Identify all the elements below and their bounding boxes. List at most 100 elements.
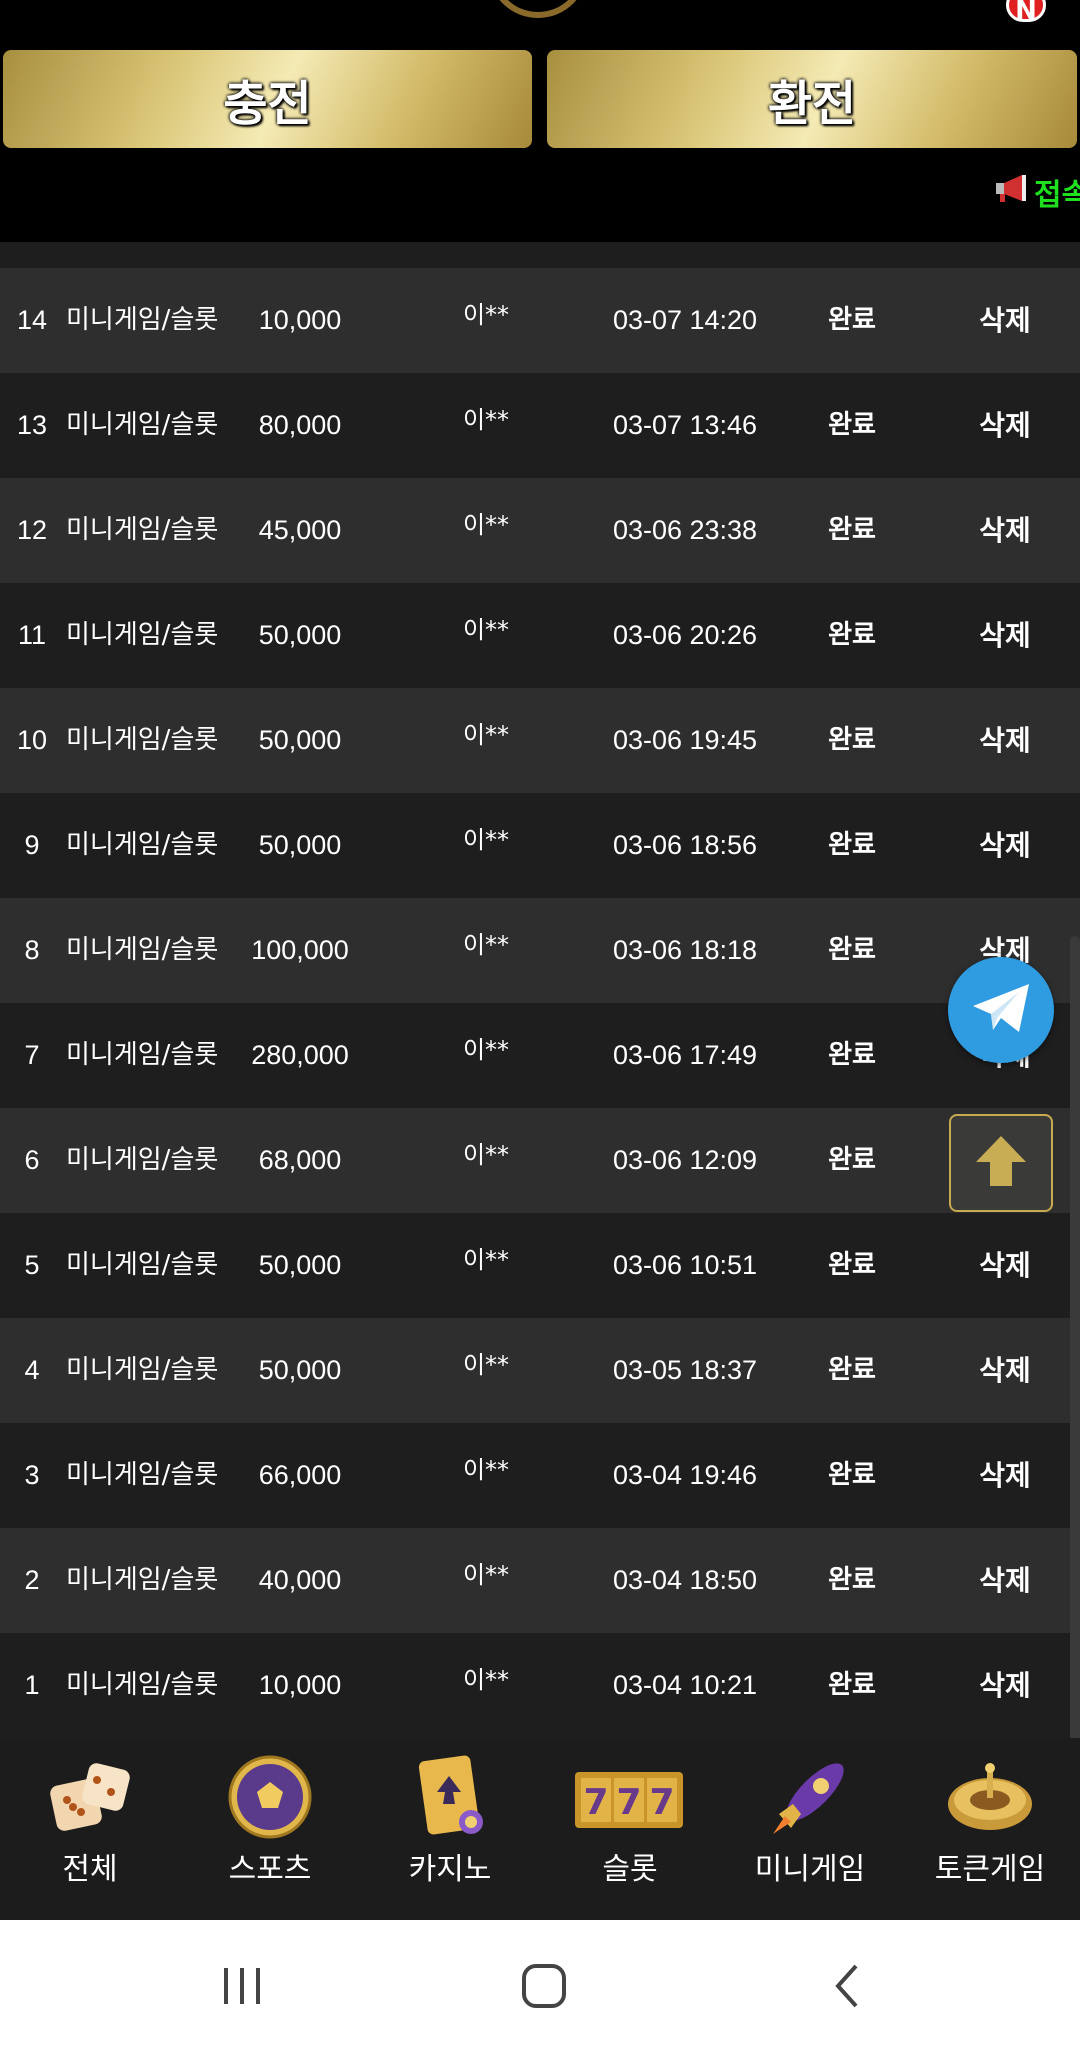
datetime: 03-07 13:46 xyxy=(612,410,758,440)
status-label: 완료 xyxy=(828,1250,876,1280)
top-header-strip: N xyxy=(0,0,1080,40)
status-label: 완료 xyxy=(828,515,876,545)
delete-button[interactable]: 삭제 xyxy=(960,1528,1050,1633)
delete-button[interactable]: 삭제 xyxy=(960,268,1050,373)
nav-item-casino[interactable]: 카지노 xyxy=(360,1738,540,1920)
recent-apps-icon[interactable] xyxy=(212,1958,272,2014)
amount: 68,000 xyxy=(258,1145,342,1175)
svg-text:7: 7 xyxy=(649,1782,674,1823)
delete-button[interactable]: 삭제 xyxy=(960,1213,1050,1318)
table-row: 6미니게임/슬롯68,000이**03-06 12:09완료삭제 xyxy=(0,1108,1080,1213)
user-name: 이** xyxy=(462,511,510,539)
amount: 50,000 xyxy=(258,725,342,755)
delete-button[interactable]: 삭제 xyxy=(960,373,1050,478)
table-row: 2 미니게임/슬롯 40,000 이** 03-04 18:50 완료 삭제 xyxy=(0,1528,1080,1633)
amount: 50,000 xyxy=(258,1355,342,1385)
datetime: 03-06 23:38 xyxy=(612,515,758,545)
status-label: 완료 xyxy=(828,620,876,650)
delete-button[interactable]: 삭제 xyxy=(960,1318,1050,1423)
status-label: 완료 xyxy=(828,1355,876,1385)
table-row: 11 미니게임/슬롯 50,000 이** 03-06 20:26 완료 삭제 xyxy=(0,583,1080,688)
delete-button[interactable]: 삭제 xyxy=(960,1423,1050,1528)
datetime: 03-06 19:45 xyxy=(612,725,758,755)
status-label: 완료 xyxy=(828,1145,876,1175)
nav-label: 스포츠 xyxy=(228,1852,312,1887)
amount: 50,000 xyxy=(258,830,342,860)
amount: 80,000 xyxy=(258,410,342,440)
game-type: 미니게임/슬롯 xyxy=(66,620,219,650)
nav-label: 토큰게임 xyxy=(934,1852,1046,1887)
svg-text:7: 7 xyxy=(583,1782,608,1823)
row-number: 12 xyxy=(16,515,48,545)
row-number: 8 xyxy=(24,935,40,965)
delete-button[interactable]: 삭제 xyxy=(960,478,1050,583)
datetime: 03-04 10:21 xyxy=(612,1670,758,1700)
delete-button[interactable]: 삭제 xyxy=(960,688,1050,793)
user-name: 이** xyxy=(462,721,510,749)
table-row: 10 미니게임/슬롯 50,000 이** 03-06 19:45 완료 삭제 xyxy=(0,688,1080,793)
table-row: 12 미니게임/슬롯 45,000 이** 03-06 23:38 완료 삭제 xyxy=(0,478,1080,583)
slot-777-icon: 7 7 7 xyxy=(573,1752,685,1842)
row-number: 10 xyxy=(16,725,48,755)
game-type: 미니게임/슬롯 xyxy=(66,935,219,965)
nav-item-slot[interactable]: 7 7 7 슬롯 xyxy=(540,1738,720,1920)
table-row: 14 미니게임/슬롯 10,000 이** 03-07 14:20 완료 삭제 xyxy=(0,268,1080,373)
amount: 10,000 xyxy=(258,305,342,335)
row-number: 1 xyxy=(24,1670,40,1700)
user-name: 이** xyxy=(462,301,510,329)
soccer-ball-icon xyxy=(225,1752,315,1842)
user-name: 이** xyxy=(462,1456,510,1484)
nav-item-sports[interactable]: 스포츠 xyxy=(180,1738,360,1920)
notification-badge[interactable]: N xyxy=(1006,0,1046,26)
exchange-button[interactable]: 환전 xyxy=(547,50,1077,148)
delete-button[interactable]: 삭제 xyxy=(960,1633,1050,1738)
scroll-to-top-button[interactable] xyxy=(949,1114,1053,1212)
telegram-button[interactable] xyxy=(948,957,1054,1063)
status-label: 완료 xyxy=(828,1670,876,1700)
table-row: 13 미니게임/슬롯 80,000 이** 03-07 13:46 완료 삭제 xyxy=(0,373,1080,478)
back-icon[interactable] xyxy=(818,1958,878,2014)
nav-label: 슬롯 xyxy=(602,1852,658,1887)
nav-label: 미니게임 xyxy=(754,1852,866,1887)
user-name: 이** xyxy=(462,1141,510,1169)
svg-text:7: 7 xyxy=(616,1782,641,1823)
table-row: 8 미니게임/슬롯 100,000 이** 03-06 18:18 완료 삭제 xyxy=(0,898,1080,1003)
status-label: 완료 xyxy=(828,830,876,860)
game-type: 미니게임/슬롯 xyxy=(66,1250,219,1280)
table-row: 5 미니게임/슬롯 50,000 이** 03-06 10:51 완료 삭제 xyxy=(0,1213,1080,1318)
amount: 45,000 xyxy=(258,515,342,545)
nav-label: 카지노 xyxy=(408,1852,492,1887)
status-label: 완료 xyxy=(828,725,876,755)
game-type: 미니게임/슬롯 xyxy=(66,515,219,545)
datetime: 03-04 18:50 xyxy=(612,1565,758,1595)
site-logo[interactable] xyxy=(488,0,588,18)
delete-button[interactable]: 삭제 xyxy=(960,793,1050,898)
row-number: 11 xyxy=(17,620,47,650)
amount: 10,000 xyxy=(258,1670,342,1700)
bottom-navigation: 전체 스포츠 카지노 7 7 7 슬롯 미니게임 토큰게임 xyxy=(0,1738,1080,1920)
datetime: 03-06 10:51 xyxy=(612,1250,758,1280)
row-number: 6 xyxy=(24,1145,40,1175)
nav-item-all[interactable]: 전체 xyxy=(0,1738,180,1920)
row-number: 14 xyxy=(16,305,48,335)
user-name: 이** xyxy=(462,826,510,854)
nav-item-token-game[interactable]: 토큰게임 xyxy=(900,1738,1080,1920)
nav-item-minigame[interactable]: 미니게임 xyxy=(720,1738,900,1920)
game-type: 미니게임/슬롯 xyxy=(66,410,219,440)
delete-button[interactable]: 삭제 xyxy=(960,583,1050,688)
row-number: 13 xyxy=(16,410,48,440)
amount: 280,000 xyxy=(251,1040,349,1070)
user-name: 이** xyxy=(462,931,510,959)
telegram-icon xyxy=(971,982,1031,1038)
charge-button[interactable]: 충전 xyxy=(3,50,532,148)
megaphone-icon xyxy=(994,172,1032,212)
row-number: 4 xyxy=(24,1355,40,1385)
datetime: 03-06 18:18 xyxy=(612,935,758,965)
user-name: 이** xyxy=(462,1036,510,1064)
status-label: 완료 xyxy=(828,1460,876,1490)
user-name: 이** xyxy=(462,406,510,434)
home-icon[interactable] xyxy=(514,1958,574,2014)
user-name: 이** xyxy=(462,1666,510,1694)
row-number: 9 xyxy=(24,830,40,860)
datetime: 03-06 12:09 xyxy=(612,1145,758,1175)
